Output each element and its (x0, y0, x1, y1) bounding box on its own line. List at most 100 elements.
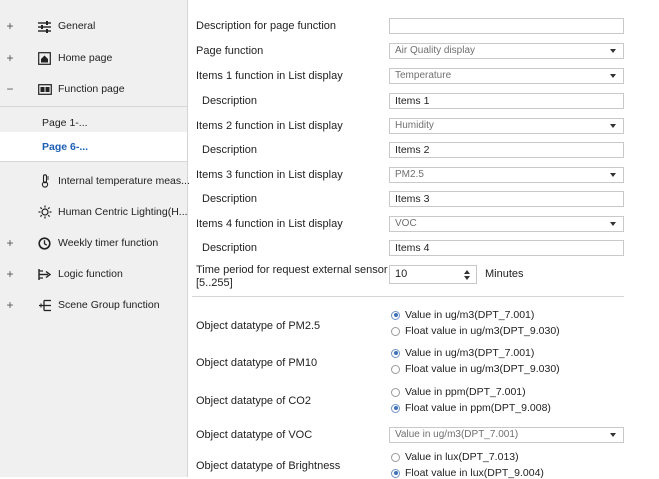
sidebar-item-scene-group[interactable]: + Scene Group function (0, 290, 187, 320)
sidebar-item-general[interactable]: + General (0, 11, 187, 41)
item3-function-select[interactable]: PM2.5 (389, 167, 624, 183)
sidebar-item-page6[interactable]: Page 6-... (0, 132, 187, 162)
sun-icon (37, 205, 52, 219)
pm10-option-float[interactable]: Float value in ug/m3(DPT_9.030) (391, 363, 560, 375)
item1-function-select[interactable]: Temperature (389, 68, 624, 84)
item3-function-label: Items 3 function in List display (196, 169, 343, 181)
clock-icon (37, 236, 52, 250)
item3-function-value: PM2.5 (395, 169, 424, 180)
sliders-icon (37, 19, 52, 33)
voc-datatype-label: Object datatype of VOC (196, 429, 313, 441)
sidebar-item-label: General (58, 20, 96, 32)
expand-icon[interactable]: + (4, 43, 16, 73)
scene-icon (37, 298, 52, 312)
radio-label: Float value in ppm(DPT_9.008) (405, 402, 551, 414)
sidebar-item-label: Page 1-... (42, 117, 88, 129)
time-period-value: 10 (395, 268, 408, 280)
sidebar-item-label: Function page (58, 83, 125, 95)
page-function-select[interactable]: Air Quality display (389, 43, 624, 59)
radio-icon (391, 468, 400, 478)
sidebar-item-label: Logic function (58, 268, 123, 280)
expand-icon[interactable]: + (4, 259, 16, 289)
item4-function-label: Items 4 function in List display (196, 218, 343, 230)
radio-icon (391, 326, 400, 336)
time-period-label-line1: Time period for request external sensor (196, 264, 388, 276)
divider (0, 161, 187, 162)
sidebar-item-logic-function[interactable]: + Logic function (0, 259, 187, 289)
item2-function-label: Items 2 function in List display (196, 120, 343, 132)
chevron-down-icon (610, 74, 616, 78)
item2-description-input[interactable]: Items 2 (389, 142, 624, 158)
expand-icon[interactable]: + (4, 11, 16, 41)
item2-function-select[interactable]: Humidity (389, 118, 624, 134)
page-function-label: Page function (196, 45, 264, 57)
item3-description-input[interactable]: Items 3 (389, 191, 624, 207)
item2-description-label: Description (202, 144, 258, 156)
sidebar-item-label: Scene Group function (58, 299, 160, 311)
item4-function-select[interactable]: VOC (389, 216, 624, 232)
sidebar-item-function-page[interactable]: − Function page (0, 74, 187, 104)
radio-label: Value in lux(DPT_7.013) (405, 451, 519, 463)
time-period-unit: Minutes (485, 268, 524, 280)
chevron-down-icon (610, 49, 616, 53)
radio-label: Float value in lux(DPT_9.004) (405, 467, 544, 479)
radio-label: Value in ug/m3(DPT_7.001) (405, 309, 535, 321)
divider (192, 296, 624, 297)
pm10-datatype-label: Object datatype of PM10 (196, 357, 318, 369)
radio-icon (391, 364, 400, 374)
sidebar-item-weekly-timer[interactable]: + Weekly timer function (0, 228, 187, 258)
co2-option-value[interactable]: Value in ppm(DPT_7.001) (391, 386, 526, 398)
pm25-datatype-label: Object datatype of PM2.5 (196, 320, 321, 332)
divider (0, 106, 187, 107)
item4-function-value: VOC (395, 218, 417, 229)
chevron-down-icon (610, 173, 616, 177)
sidebar-item-label: Home page (58, 52, 113, 64)
brightness-option-value[interactable]: Value in lux(DPT_7.013) (391, 451, 519, 463)
expand-icon[interactable]: + (4, 228, 16, 258)
chevron-down-icon (610, 222, 616, 226)
description-page-input[interactable] (389, 18, 624, 34)
spin-down-icon[interactable] (464, 276, 470, 280)
item4-description-label: Description (202, 242, 258, 254)
sidebar-item-label: Page 6-... (42, 141, 89, 153)
radio-label: Float value in ug/m3(DPT_9.030) (405, 325, 560, 337)
sidebar-item-label: Weekly timer function (58, 237, 159, 249)
expand-icon[interactable]: + (4, 290, 16, 320)
sidebar-item-internal-temperature[interactable]: Internal temperature meas... (0, 166, 190, 196)
time-period-stepper[interactable]: 10 (389, 265, 477, 284)
item4-description-input[interactable]: Items 4 (389, 240, 624, 256)
item1-description-input[interactable]: Items 1 (389, 93, 624, 109)
voc-datatype-select[interactable]: Value in ug/m3(DPT_7.001) (389, 427, 624, 443)
radio-label: Value in ug/m3(DPT_7.001) (405, 347, 535, 359)
collapse-icon[interactable]: − (4, 74, 16, 104)
grid-icon (37, 82, 52, 96)
radio-label: Float value in ug/m3(DPT_9.030) (405, 363, 560, 375)
chevron-down-icon (610, 433, 616, 437)
description-page-label: Description for page function (196, 20, 337, 32)
spin-up-icon[interactable] (464, 270, 470, 274)
pm25-option-float[interactable]: Float value in ug/m3(DPT_9.030) (391, 325, 560, 337)
pm10-option-value[interactable]: Value in ug/m3(DPT_7.001) (391, 347, 534, 359)
voc-datatype-value: Value in ug/m3(DPT_7.001) (395, 429, 519, 440)
sidebar-item-human-centric-lighting[interactable]: Human Centric Lighting(H... (0, 197, 188, 227)
pm25-option-value[interactable]: Value in ug/m3(DPT_7.001) (391, 309, 534, 321)
sidebar-item-home-page[interactable]: + Home page (0, 43, 187, 73)
co2-option-float[interactable]: Float value in ppm(DPT_9.008) (391, 402, 551, 414)
item2-function-value: Humidity (395, 120, 434, 131)
item3-description-label: Description (202, 193, 258, 205)
item1-function-value: Temperature (395, 70, 452, 81)
logic-icon (37, 267, 52, 281)
co2-datatype-label: Object datatype of CO2 (196, 395, 311, 407)
page-function-value: Air Quality display (395, 45, 476, 56)
chevron-down-icon (610, 124, 616, 128)
thermometer-icon (37, 174, 52, 188)
sidebar-item-label: Internal temperature meas... (58, 175, 190, 187)
brightness-datatype-label: Object datatype of Brightness (196, 460, 341, 472)
radio-icon (391, 348, 400, 358)
radio-icon (391, 403, 400, 413)
radio-label: Value in ppm(DPT_7.001) (405, 386, 526, 398)
brightness-option-float[interactable]: Float value in lux(DPT_9.004) (391, 467, 544, 479)
radio-icon (391, 310, 400, 320)
sidebar: + General + Home page − Function page Pa… (0, 0, 190, 477)
home-icon (37, 51, 52, 65)
